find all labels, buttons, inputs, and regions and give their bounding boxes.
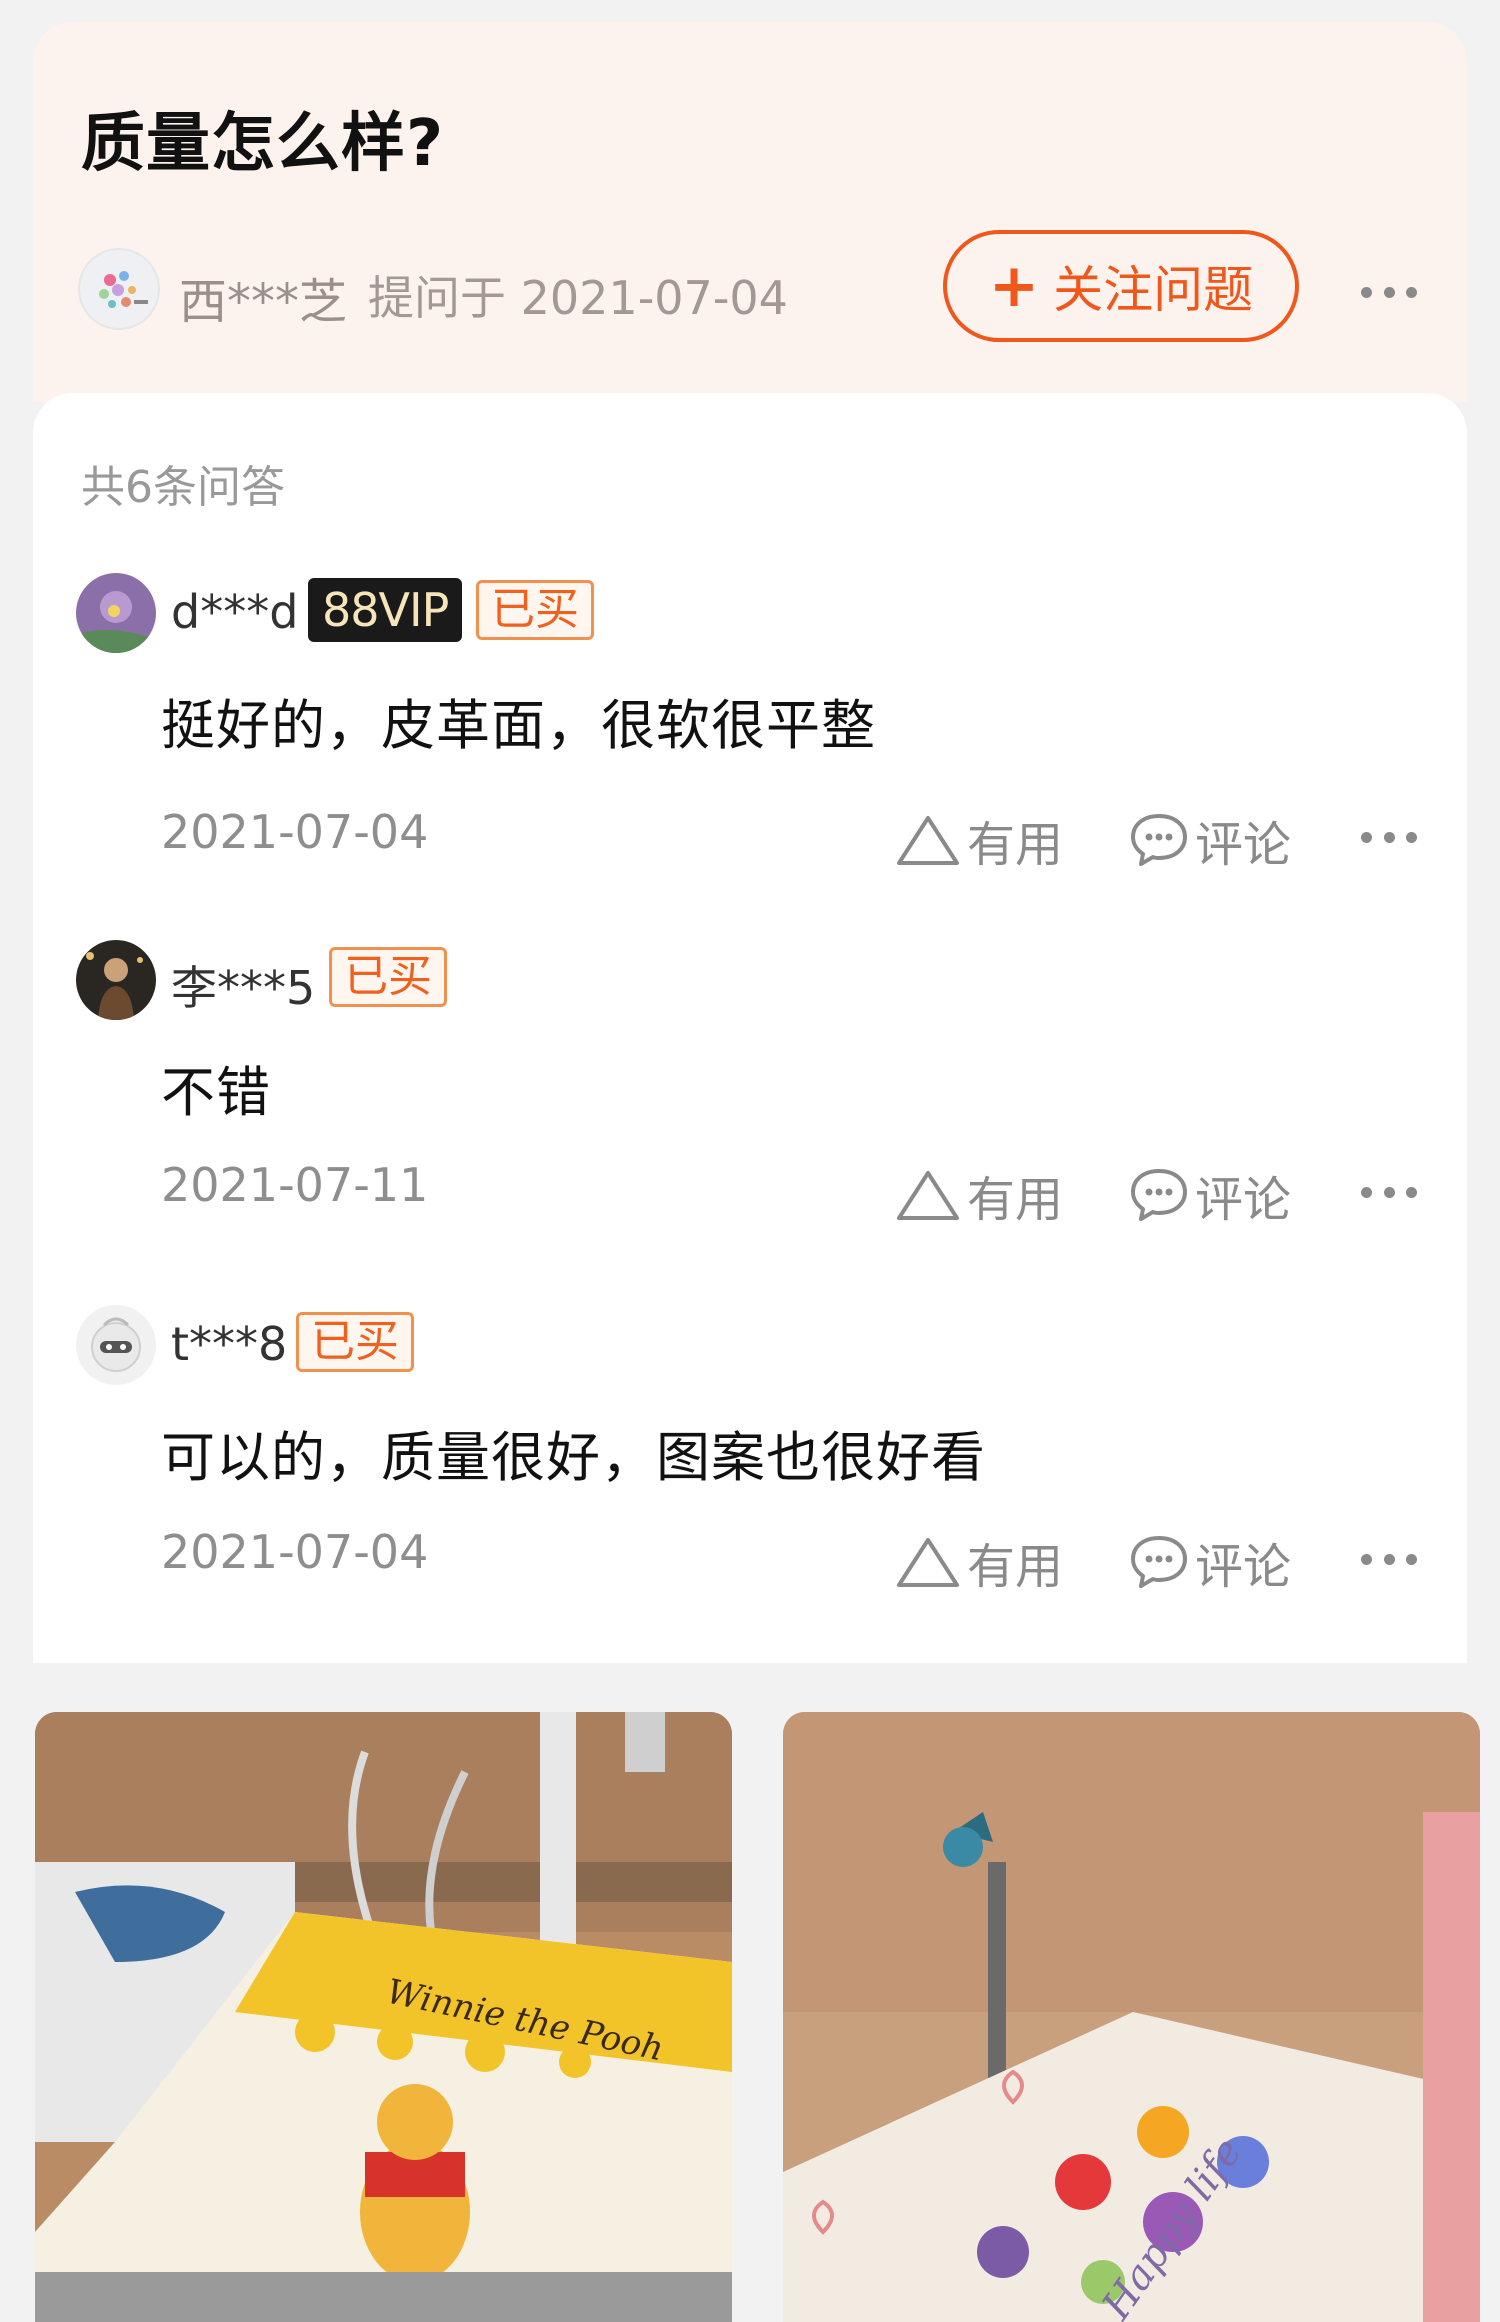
comment-button[interactable]: 评论 bbox=[1129, 1527, 1291, 1597]
vip-badge: 88VIP bbox=[308, 578, 463, 642]
username[interactable]: d***d bbox=[171, 585, 298, 639]
comment-label: 评论 bbox=[1195, 817, 1292, 873]
comment-bubble-icon bbox=[1131, 1169, 1187, 1221]
answer-item: d***d 88VIP 已买 挺好的，皮革面，很软很平整 2021-07-04 … bbox=[33, 573, 1467, 933]
more-dots-icon[interactable] bbox=[1361, 1551, 1417, 1567]
comment-label: 评论 bbox=[1195, 1539, 1292, 1595]
comment-bubble-icon bbox=[1131, 1536, 1187, 1588]
comment-button[interactable]: 评论 bbox=[1129, 1160, 1291, 1230]
answer-content: 挺好的，皮革面，很软很平整 bbox=[161, 694, 876, 757]
review-photo-flowers[interactable]: Happy life bbox=[783, 1712, 1480, 2322]
answers-card: 共6条问答 d***d 88VIP 已买 挺好的，皮革面，很软很平整 2021-… bbox=[33, 393, 1467, 1663]
bought-badge: 已买 bbox=[296, 1312, 414, 1372]
answer-item: 李***5 已买 不错 2021-07-11 有用 评论 bbox=[33, 940, 1467, 1300]
answer-content: 可以的，质量很好，图案也很好看 bbox=[161, 1426, 986, 1489]
answer-date: 2021-07-04 bbox=[161, 1525, 429, 1579]
useful-button[interactable]: 有用 bbox=[895, 805, 1063, 875]
answer-item: t***8 已买 可以的，质量很好，图案也很好看 2021-07-04 有用 评… bbox=[33, 1305, 1467, 1665]
question-card: 质量怎么样? 西***芝 提问于 2021-07-04 + 关注问题 bbox=[33, 22, 1467, 402]
avatar[interactable] bbox=[76, 940, 156, 1020]
answer-count: 共6条问答 bbox=[81, 462, 285, 513]
triangle-useful-icon bbox=[897, 1171, 959, 1220]
asked-date: 提问于 2021-07-04 bbox=[368, 271, 788, 325]
username[interactable]: t***8 bbox=[171, 1317, 287, 1371]
review-photo-winnie[interactable]: Winnie the Pooh bbox=[35, 1712, 732, 2322]
comment-bubble-icon bbox=[1131, 814, 1187, 866]
useful-label: 有用 bbox=[967, 1172, 1064, 1228]
plus-icon: + bbox=[988, 251, 1040, 321]
useful-label: 有用 bbox=[967, 1539, 1064, 1595]
more-dots-icon[interactable] bbox=[1361, 829, 1417, 845]
more-dots-icon[interactable] bbox=[1361, 1184, 1417, 1200]
asker-avatar[interactable] bbox=[78, 248, 160, 330]
triangle-useful-icon bbox=[897, 816, 959, 865]
avatar[interactable] bbox=[76, 1305, 156, 1385]
more-dots-icon[interactable] bbox=[1361, 284, 1417, 300]
comment-label: 评论 bbox=[1195, 1172, 1292, 1228]
asker-name[interactable]: 西***芝 bbox=[179, 262, 347, 332]
follow-question-label: 关注问题 bbox=[1053, 261, 1254, 319]
bought-badge: 已买 bbox=[329, 947, 447, 1007]
answer-date: 2021-07-04 bbox=[161, 805, 429, 859]
follow-question-button[interactable]: + 关注问题 bbox=[943, 230, 1299, 342]
comment-button[interactable]: 评论 bbox=[1129, 805, 1291, 875]
triangle-useful-icon bbox=[897, 1538, 959, 1587]
useful-button[interactable]: 有用 bbox=[895, 1527, 1063, 1597]
bought-badge: 已买 bbox=[476, 580, 594, 640]
answer-date: 2021-07-11 bbox=[161, 1158, 429, 1212]
avatar[interactable] bbox=[76, 573, 156, 653]
username[interactable]: 李***5 bbox=[171, 952, 315, 1018]
useful-label: 有用 bbox=[967, 817, 1064, 873]
answer-content: 不错 bbox=[161, 1061, 271, 1124]
question-title: 质量怎么样? bbox=[81, 107, 445, 181]
useful-button[interactable]: 有用 bbox=[895, 1160, 1063, 1230]
